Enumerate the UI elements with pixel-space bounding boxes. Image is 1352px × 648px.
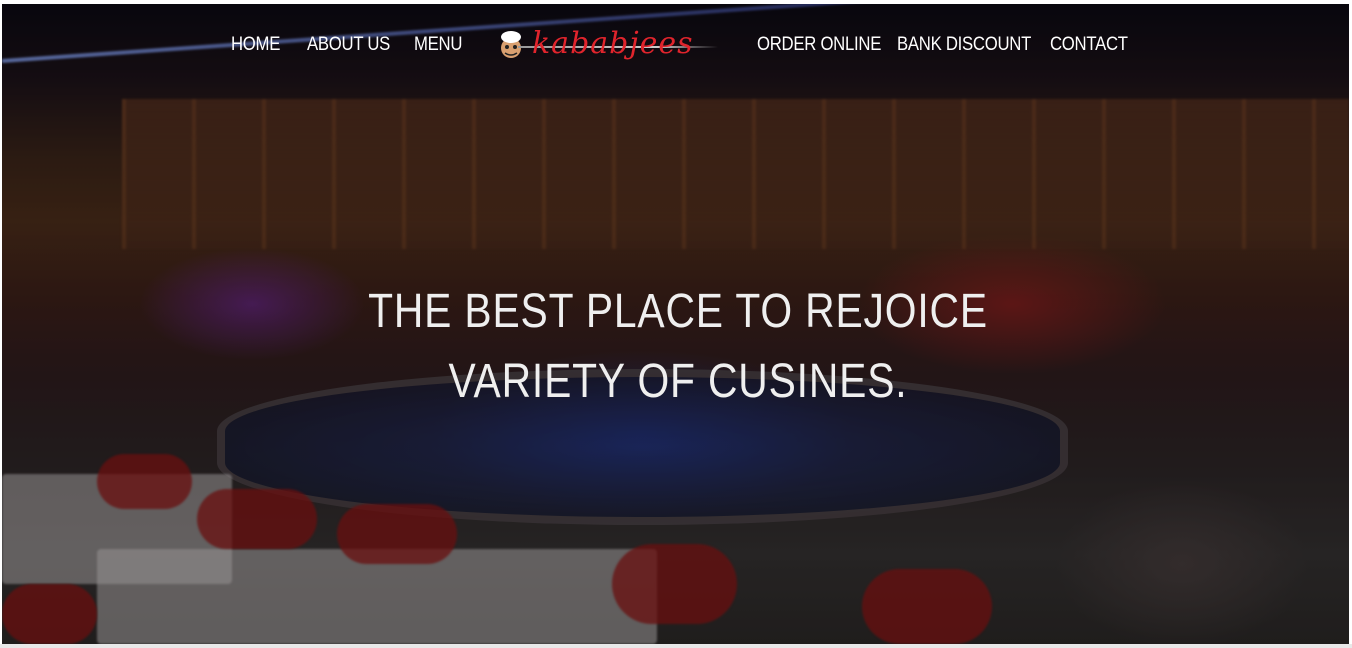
- main-navigation: HOME ABOUT US MENU kababjees ORDER ONLIN…: [2, 26, 1349, 68]
- chef-mascot-icon: [501, 31, 521, 58]
- nav-home[interactable]: HOME: [231, 34, 280, 56]
- nav-menu[interactable]: MENU: [414, 34, 462, 56]
- nav-contact[interactable]: CONTACT: [1050, 34, 1128, 56]
- page-bottom-edge: [0, 644, 1352, 648]
- hero-title-line-1: THE BEST PLACE TO REJOICE: [368, 285, 988, 338]
- nav-bank-discount[interactable]: BANK DISCOUNT: [897, 34, 1031, 56]
- logo-text: kababjees: [532, 26, 694, 61]
- hero-banner: HOME ABOUT US MENU kababjees ORDER ONLIN…: [2, 4, 1349, 644]
- nav-about-us[interactable]: ABOUT US: [307, 34, 390, 56]
- nav-order-online[interactable]: ORDER ONLINE: [757, 34, 881, 56]
- brand-logo[interactable]: kababjees: [496, 26, 721, 62]
- hero-title-line-2: VARIETY OF CUSINES.: [448, 355, 908, 408]
